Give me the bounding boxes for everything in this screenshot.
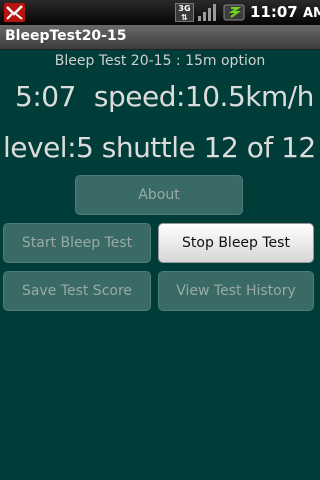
status-bar: 3G ⇅ 11:07 AM <box>0 0 320 25</box>
clock-time: 11:07 <box>250 3 298 21</box>
battery-icon <box>223 4 245 21</box>
elapsed-time: 5:07 <box>15 80 76 113</box>
save-test-score-button[interactable]: Save Test Score <box>3 271 151 311</box>
start-bleep-test-button[interactable]: Start Bleep Test <box>3 223 151 263</box>
view-test-history-button[interactable]: View Test History <box>158 271 314 311</box>
status-clock: 11:07 AM <box>250 3 320 21</box>
data-arrows-icon: ⇅ <box>181 13 188 22</box>
network-3g-icon: 3G ⇅ <box>175 3 194 22</box>
speed-readout: speed:10.5km/h <box>93 80 315 113</box>
time-speed-line: 5:07 speed:10.5km/h <box>15 80 314 113</box>
clock-period: AM <box>302 6 320 21</box>
signal-icon <box>198 4 216 21</box>
network-type-label: 3G <box>178 4 191 13</box>
app-title: BleepTest20-15 <box>5 28 127 44</box>
level-shuttle-readout: level:5 shuttle 12 of 12 <box>3 131 316 164</box>
about-button[interactable]: About <box>75 175 243 215</box>
test-subtitle: Bleep Test 20-15 : 15m option <box>54 53 266 69</box>
notification-icon[interactable] <box>4 3 25 22</box>
app-title-bar: BleepTest20-15 <box>0 25 320 50</box>
stop-bleep-test-button[interactable]: Stop Bleep Test <box>158 223 314 263</box>
